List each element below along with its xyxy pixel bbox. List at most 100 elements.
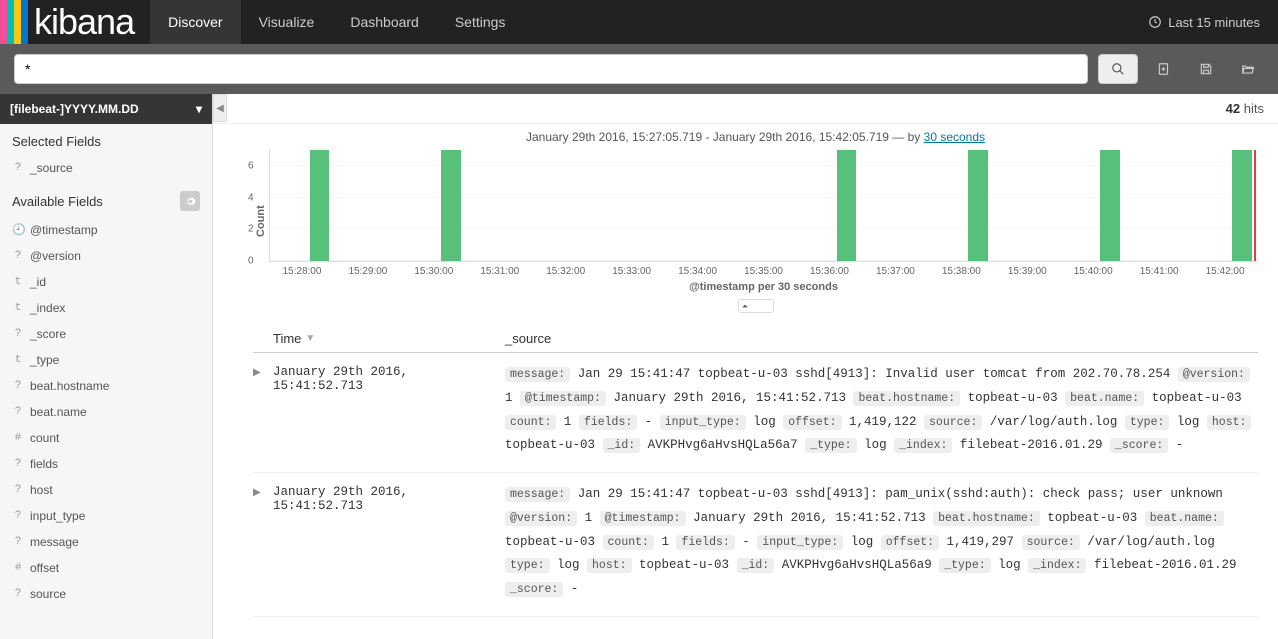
discover-content: ◀ 42 hits January 29th 2016, 15:27:05.71…: [213, 94, 1278, 639]
field-key: count:: [505, 415, 556, 430]
expand-row-button[interactable]: ▶: [253, 363, 273, 458]
field-item[interactable]: ?_score: [0, 321, 212, 347]
hits-count: 42: [1226, 101, 1240, 116]
field-key: type:: [505, 558, 550, 573]
field-item[interactable]: ?_source: [0, 155, 212, 181]
field-item[interactable]: ? fields: [0, 451, 212, 477]
field-type-icon: t: [12, 302, 24, 314]
x-tick: 15:37:00: [862, 266, 928, 277]
nav-discover[interactable]: Discover: [150, 0, 240, 44]
field-key: beat.name:: [1065, 391, 1144, 406]
field-name: _type: [30, 353, 59, 367]
field-key: @timestamp:: [600, 511, 686, 526]
x-tick: 15:31:00: [467, 266, 533, 277]
field-item[interactable]: t_type: [0, 347, 212, 373]
save-icon: [1199, 62, 1213, 76]
field-type-icon: t: [12, 276, 24, 288]
source-cell: message: Jan 29 15:41:47 topbeat-u-03 ss…: [505, 483, 1258, 602]
x-tick: 15:33:00: [599, 266, 665, 277]
field-type-icon: ?: [12, 458, 24, 470]
field-item[interactable]: 🕘@timestamp: [0, 217, 212, 243]
field-key: beat.hostname:: [933, 511, 1040, 526]
field-item[interactable]: t _index: [0, 295, 212, 321]
time-picker-label: Last 15 minutes: [1168, 15, 1260, 30]
field-item[interactable]: ?message: [0, 529, 212, 555]
column-source[interactable]: _source: [505, 331, 1258, 346]
field-name: source: [30, 587, 66, 601]
field-name: _index: [30, 301, 65, 315]
interval-link[interactable]: 30 seconds: [924, 130, 985, 144]
field-name: offset: [30, 561, 59, 575]
histogram-bar[interactable]: [837, 150, 857, 261]
open-search-button[interactable]: [1232, 54, 1264, 84]
histogram-bar[interactable]: [1100, 150, 1120, 261]
x-tick: 15:35:00: [731, 266, 797, 277]
field-type-icon: ?: [12, 588, 24, 600]
field-type-icon: 🕘: [12, 223, 24, 237]
field-name: _id: [30, 275, 46, 289]
field-item[interactable]: #offset: [0, 555, 212, 581]
search-button[interactable]: [1098, 54, 1138, 84]
field-key: _type:: [939, 558, 990, 573]
field-key: @version:: [505, 511, 577, 526]
field-item[interactable]: #count: [0, 425, 212, 451]
time-picker[interactable]: Last 15 minutes: [1130, 15, 1278, 30]
field-item[interactable]: ? source: [0, 581, 212, 607]
search-input[interactable]: [14, 54, 1088, 84]
field-type-icon: #: [12, 432, 24, 444]
save-search-button[interactable]: [1190, 54, 1222, 84]
time-cell: January 29th 2016, 15:41:52.713: [273, 363, 505, 458]
selected-fields-label: Selected Fields: [12, 134, 101, 149]
index-pattern-selector[interactable]: [filebeat-]YYYY.MM.DD ▾: [0, 94, 212, 124]
field-name: fields: [30, 457, 58, 471]
field-type-icon: ?: [12, 536, 24, 548]
histogram-bar[interactable]: [968, 150, 988, 261]
field-settings-button[interactable]: [180, 191, 200, 211]
field-key: message:: [505, 487, 570, 502]
clock-icon: [1148, 15, 1162, 29]
nav-settings[interactable]: Settings: [437, 0, 524, 44]
x-tick: 15:28:00: [269, 266, 335, 277]
field-type-icon: ?: [12, 380, 24, 392]
collapse-chart-button[interactable]: [738, 299, 774, 313]
field-key: beat.hostname:: [853, 391, 960, 406]
expand-row-button[interactable]: ▶: [253, 483, 273, 602]
field-item[interactable]: ?host: [0, 477, 212, 503]
nav-visualize[interactable]: Visualize: [241, 0, 333, 44]
field-key: source:: [1022, 535, 1080, 550]
field-name: _source: [30, 161, 73, 175]
x-tick: 15:36:00: [797, 266, 863, 277]
field-key: input_type:: [660, 415, 746, 430]
x-tick: 15:42:00: [1192, 266, 1258, 277]
caret-down-icon: ▾: [196, 102, 202, 116]
histogram-bar[interactable]: [310, 150, 330, 261]
field-item[interactable]: ?input_type: [0, 503, 212, 529]
new-search-button[interactable]: [1148, 54, 1180, 84]
logo-text: kibana: [34, 1, 134, 43]
column-time[interactable]: Time ▼: [273, 331, 505, 346]
collapse-sidebar-button[interactable]: ◀: [213, 94, 227, 122]
histogram-bar[interactable]: [1232, 150, 1252, 261]
field-key: host:: [1207, 415, 1252, 430]
x-tick: 15:39:00: [994, 266, 1060, 277]
field-item[interactable]: ?beat.name: [0, 399, 212, 425]
sort-desc-icon: ▼: [305, 333, 315, 344]
x-tick: 15:29:00: [335, 266, 401, 277]
field-key: fields:: [579, 415, 637, 430]
x-tick: 15:41:00: [1126, 266, 1192, 277]
field-item[interactable]: t _id: [0, 269, 212, 295]
field-key: @timestamp:: [520, 391, 606, 406]
x-tick: 15:34:00: [665, 266, 731, 277]
histogram-bar[interactable]: [441, 150, 461, 261]
column-source-label: _source: [505, 331, 551, 346]
nav-dashboard[interactable]: Dashboard: [332, 0, 437, 44]
y-tick: 2: [248, 224, 254, 235]
field-item[interactable]: ?beat.hostname: [0, 373, 212, 399]
histogram-chart[interactable]: 0246: [269, 150, 1258, 262]
field-key: _type:: [805, 438, 856, 453]
field-key: _id:: [603, 438, 641, 453]
new-icon: [1157, 62, 1171, 76]
field-item[interactable]: ?@version: [0, 243, 212, 269]
field-key: fields:: [676, 535, 734, 550]
hits-bar: 42 hits: [213, 94, 1278, 124]
